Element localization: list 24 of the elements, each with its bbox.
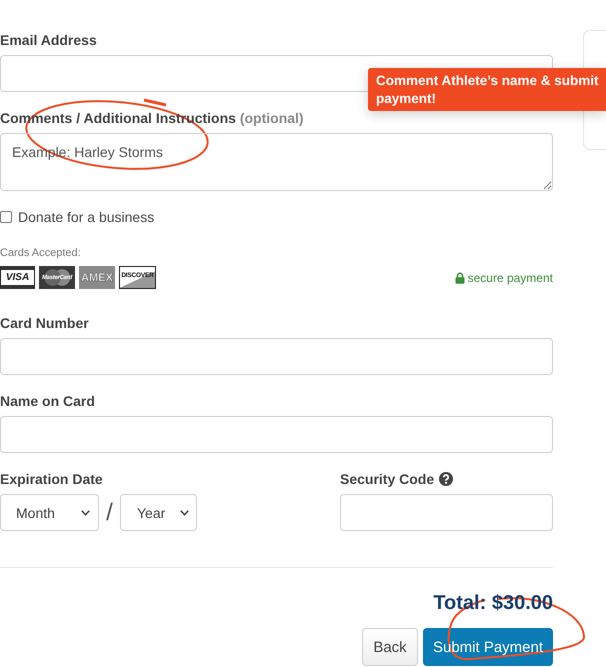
checkbox[interactable]	[0, 211, 12, 223]
field-label: Email Address	[0, 31, 98, 50]
card-number-field[interactable]	[0, 338, 553, 375]
card-logo: VISA	[0, 266, 35, 289]
back-button[interactable]: Back	[362, 628, 418, 666]
security-code-field[interactable]	[340, 494, 553, 531]
lock-icon	[454, 272, 465, 284]
field-label: Security Code	[340, 470, 434, 489]
chevron-down-icon	[180, 510, 189, 516]
month-select[interactable]: Month	[0, 494, 99, 531]
field-label: Name on Card	[0, 392, 96, 411]
field-label: Card Number	[0, 314, 90, 333]
year-select[interactable]: Year	[120, 494, 197, 531]
field-label: Expiration Date	[0, 470, 104, 489]
chevron-down-icon	[81, 510, 90, 516]
date-separator: /	[105, 498, 114, 526]
tooltip: Comment Athlete’s name & submit payment!	[368, 68, 606, 111]
cards-accepted-label: Cards Accepted:	[0, 246, 82, 260]
secure-payment-label: secure payment	[468, 270, 553, 284]
card-logo: AMEX	[79, 266, 115, 289]
checkbox-label: Donate for a business	[18, 209, 154, 225]
help-icon	[439, 472, 454, 486]
optional-hint: (optional)	[240, 110, 304, 126]
name-on-card-field[interactable]	[0, 416, 553, 453]
